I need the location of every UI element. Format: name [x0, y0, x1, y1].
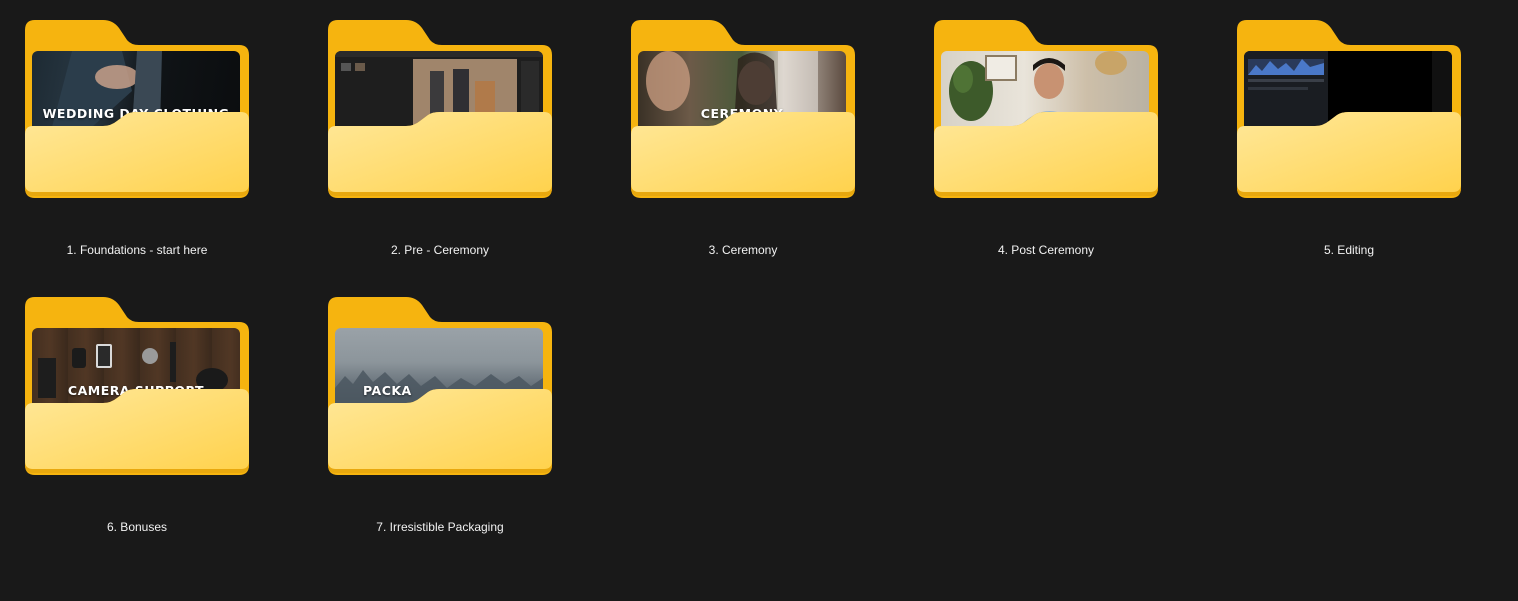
folder-icon: PACKA	[328, 297, 568, 487]
folder-icon: CAMERA SUPPORT	[25, 297, 265, 487]
folder-item-editing[interactable]: 5. Editing	[1237, 20, 1477, 280]
folder-name: 7. Irresistible Packaging	[376, 520, 504, 534]
folder-grid: WEDDING DAY CLOTHING 1. Foundations - st…	[0, 0, 1518, 601]
folder-item-ceremony[interactable]: CEREMONY 3. Ceremony	[631, 20, 871, 280]
folder-icon	[1237, 20, 1477, 210]
folder-icon: CEREMONY	[631, 20, 871, 210]
folder-item-foundations[interactable]: WEDDING DAY CLOTHING 1. Foundations - st…	[25, 20, 265, 280]
folder-name: 5. Editing	[1323, 243, 1375, 257]
folder-icon	[328, 20, 568, 210]
folder-icon: WEDDING DAY CLOTHING	[25, 20, 265, 210]
folder-name: 3. Ceremony	[708, 243, 778, 257]
folder-item-bonuses[interactable]: CAMERA SUPPORT 6. Bonuses	[25, 297, 265, 557]
folder-name: 2. Pre - Ceremony	[390, 243, 490, 257]
folder-name: 4. Post Ceremony	[997, 243, 1095, 257]
folder-name: 1. Foundations - start here	[66, 243, 208, 257]
folder-name: 6. Bonuses	[106, 520, 168, 534]
folder-item-pre-ceremony[interactable]: 2. Pre - Ceremony	[328, 20, 568, 280]
folder-item-irresistible-packaging[interactable]: PACKA 7. Irresistible Packaging	[328, 297, 568, 557]
folder-item-post-ceremony[interactable]: 4. Post Ceremony	[934, 20, 1174, 280]
folder-icon	[934, 20, 1174, 210]
